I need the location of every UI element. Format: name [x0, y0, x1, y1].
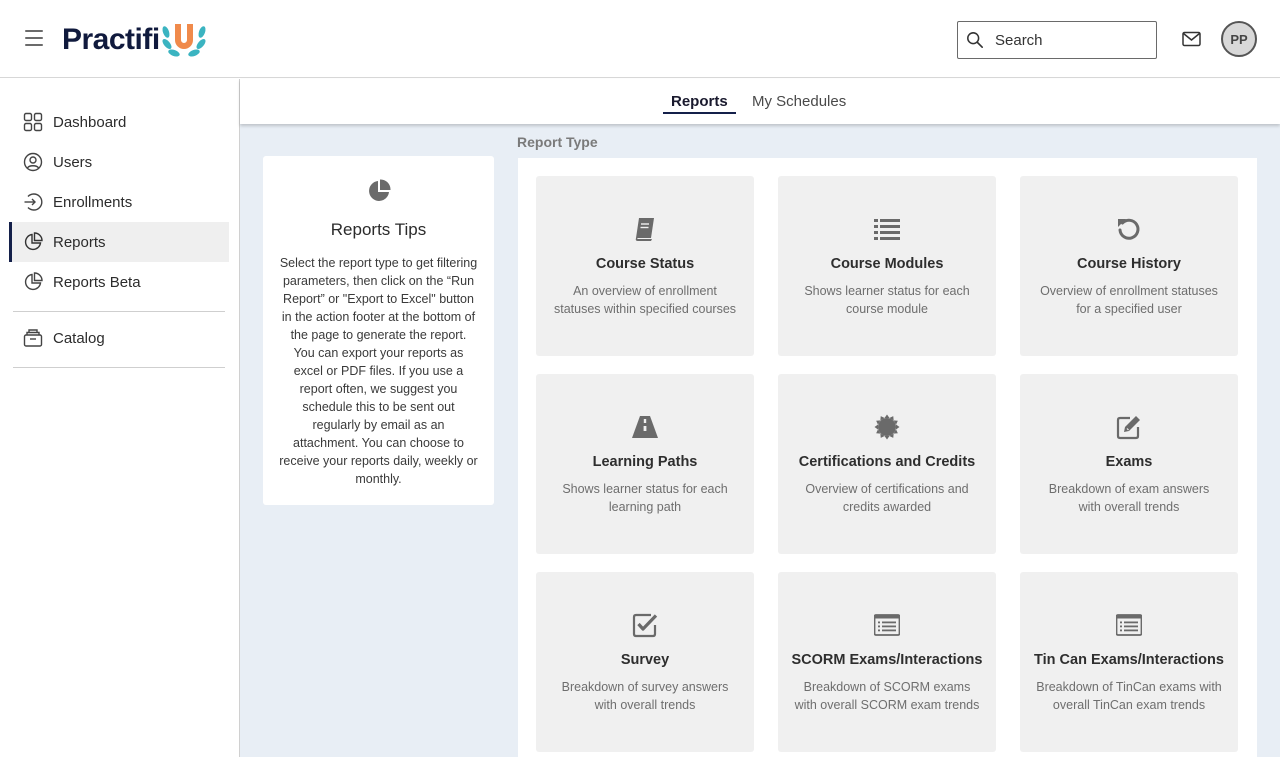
report-card-tin-can-exams-interactions[interactable]: Tin Can Exams/Interactions Breakdown of …: [1020, 572, 1238, 752]
report-card-title: Certifications and Credits: [798, 454, 976, 470]
pie-chart-icon: [24, 232, 43, 251]
sidebar: Dashboard Users Enrollments Reports Repo…: [0, 79, 240, 757]
check-square-icon: [632, 613, 658, 638]
report-card-course-history[interactable]: Course History Overview of enrollment st…: [1020, 176, 1238, 356]
book-icon: [635, 218, 654, 241]
list-window-icon: [1116, 614, 1142, 636]
sidebar-item-label: Users: [53, 153, 93, 171]
edit-icon: [1116, 416, 1140, 440]
sidebar-item-enrollments[interactable]: Enrollments: [9, 182, 229, 222]
grid-icon: [23, 112, 43, 132]
search-input[interactable]: [995, 31, 1145, 49]
archive-box-icon: [23, 329, 43, 347]
tips-body: Select the report type to get filtering …: [279, 256, 478, 486]
report-card-description: An overview of enrollment statuses withi…: [553, 284, 737, 316]
report-type-panel: Course Status An overview of enrollment …: [518, 158, 1257, 757]
logo-u-laurel-icon: [162, 24, 206, 57]
report-type-label: Report Type: [517, 134, 598, 150]
brand-name: Practifi: [62, 23, 160, 56]
top-header: Practifi PP: [0, 0, 1280, 78]
report-card-description: Breakdown of survey answers with overall…: [561, 680, 729, 712]
report-card-title: Learning Paths: [592, 454, 698, 470]
report-card-course-modules[interactable]: Course Modules Shows learner status for …: [778, 176, 996, 356]
report-card-exams[interactable]: Exams Breakdown of exam answers with ove…: [1020, 374, 1238, 554]
brand-logo[interactable]: Practifi: [62, 20, 207, 60]
enter-arrow-icon: [24, 193, 43, 211]
mail-icon[interactable]: [1182, 31, 1201, 47]
list-window-icon: [874, 614, 900, 636]
tips-title: Reports Tips: [330, 220, 427, 239]
certificate-icon: [874, 414, 900, 440]
report-card-description: Breakdown of TinCan exams with overall T…: [1036, 680, 1222, 712]
reports-tips-panel: Reports Tips Select the report type to g…: [263, 156, 494, 505]
search-box[interactable]: [957, 21, 1157, 59]
report-card-course-status[interactable]: Course Status An overview of enrollment …: [536, 176, 754, 356]
list-icon: [874, 219, 900, 240]
report-card-description: Overview of certifications and credits a…: [805, 482, 969, 514]
sidebar-divider: [13, 311, 225, 312]
report-card-title: Course Modules: [830, 256, 944, 272]
sidebar-item-catalog[interactable]: Catalog: [9, 318, 229, 358]
pie-chart-icon: [24, 272, 43, 291]
tab-reports[interactable]: Reports: [671, 93, 728, 110]
tab-bar: Reports My Schedules: [240, 79, 1280, 124]
report-card-title: Survey: [620, 652, 670, 668]
sidebar-item-dashboard[interactable]: Dashboard: [9, 102, 229, 142]
report-card-title: Tin Can Exams/Interactions: [1034, 652, 1224, 668]
report-card-title: Course Status: [595, 256, 695, 272]
sidebar-item-users[interactable]: Users: [9, 142, 229, 182]
active-tab-indicator: [663, 112, 736, 114]
sidebar-item-label: Dashboard: [53, 113, 127, 131]
road-icon: [632, 416, 658, 438]
report-card-title: SCORM Exams/Interactions: [791, 652, 983, 668]
report-card-description: Shows learner status for each course mod…: [804, 284, 970, 316]
report-card-survey[interactable]: Survey Breakdown of survey answers with …: [536, 572, 754, 752]
sidebar-item-label: Reports Beta: [53, 273, 141, 291]
report-card-description: Breakdown of SCORM exams with overall SC…: [794, 680, 980, 712]
report-card-description: Overview of enrollment statuses for a sp…: [1040, 284, 1218, 316]
report-card-title: Course History: [1077, 256, 1181, 272]
sidebar-item-label: Reports: [53, 233, 106, 251]
report-card-scorm-exams-interactions[interactable]: SCORM Exams/Interactions Breakdown of SC…: [778, 572, 996, 752]
hamburger-menu-icon[interactable]: [25, 30, 43, 46]
pie-chart-icon: [369, 179, 391, 201]
user-avatar[interactable]: PP: [1221, 21, 1257, 57]
report-card-description: Shows learner status for each learning p…: [562, 482, 728, 514]
report-card-title: Exams: [1105, 454, 1153, 470]
report-card-learning-paths[interactable]: Learning Paths Shows learner status for …: [536, 374, 754, 554]
report-card-certifications-and-credits[interactable]: Certifications and Credits Overview of c…: [778, 374, 996, 554]
user-circle-icon: [23, 152, 43, 172]
sidebar-divider: [13, 367, 225, 368]
tab-my-schedules[interactable]: My Schedules: [752, 93, 846, 110]
report-card-description: Breakdown of exam answers with overall t…: [1048, 482, 1210, 514]
sidebar-item-label: Catalog: [53, 329, 105, 347]
sidebar-item-label: Enrollments: [53, 193, 133, 211]
sidebar-item-reports[interactable]: Reports: [9, 222, 229, 262]
search-icon: [967, 32, 984, 49]
history-icon: [1118, 218, 1140, 240]
sidebar-item-reports-beta[interactable]: Reports Beta: [9, 262, 229, 302]
